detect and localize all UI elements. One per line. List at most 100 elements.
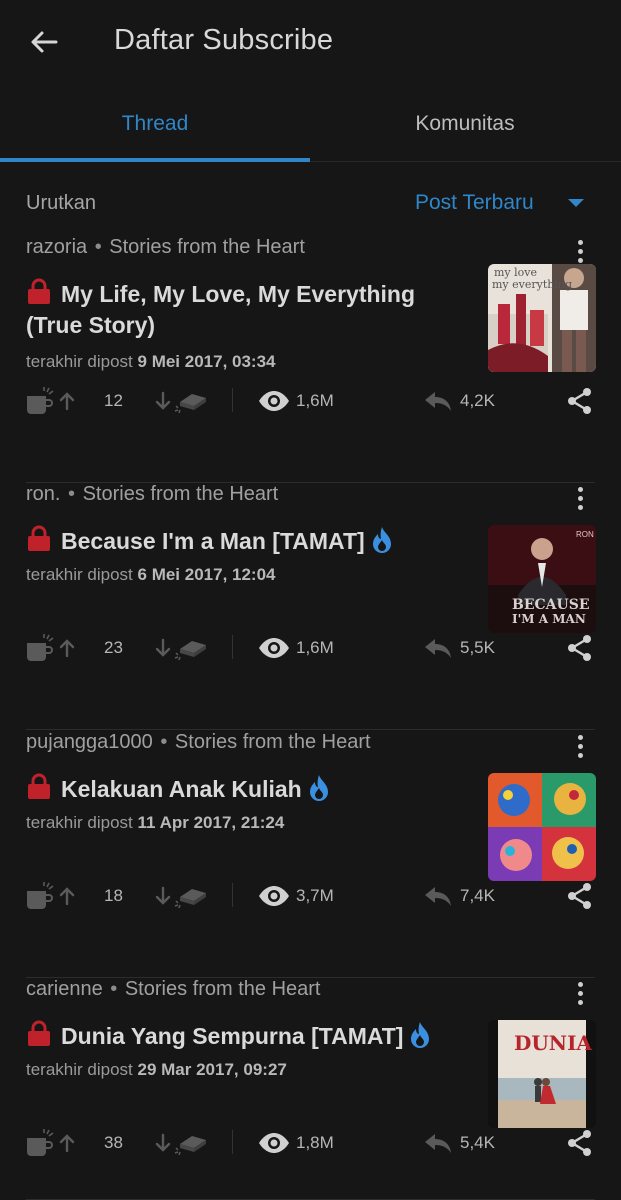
fire-icon [372,527,391,553]
stats-divider [232,883,233,907]
thread-stats: 23 1,6M 5,5K [0,631,621,665]
thread-meta: carienne • Stories from the Heart [26,978,320,1001]
tab-thread[interactable]: Thread [0,88,310,162]
thread-meta: ron. • Stories from the Heart [26,483,278,506]
arrow-up-icon [59,392,75,411]
community-name[interactable]: Stories from the Heart [109,236,305,258]
views-stat: 1,6M [258,631,334,665]
fire-icon [411,1022,430,1048]
community-name[interactable]: Stories from the Heart [175,731,371,753]
author-name[interactable]: ron. [26,483,60,505]
thread-card[interactable]: carienne • Stories from the Heart Dunia … [0,978,621,1200]
arrow-left-icon [31,31,58,53]
fire-icon [309,775,328,801]
sort-dropdown[interactable]: Post Terbaru [415,191,534,215]
thread-meta: razoria • Stories from the Heart [26,236,305,259]
back-button[interactable] [22,22,66,62]
cendol-upvote-button[interactable] [24,384,76,418]
share-icon [568,883,591,909]
replies-stat[interactable]: 7,4K [424,879,495,913]
brick-icon [174,394,206,414]
last-posted: terakhir dipost 29 Mar 2017, 09:27 [26,1060,287,1079]
separator-dot: • [154,731,173,753]
lock-icon [28,278,50,304]
tab-bar: Thread Komunitas [0,88,621,162]
brick-icon [174,641,206,661]
share-button[interactable] [566,631,594,665]
eye-icon [259,1133,289,1153]
more-options-button[interactable] [568,483,592,513]
arrow-down-icon [155,638,171,657]
tab-komunitas[interactable]: Komunitas [310,88,620,162]
bata-downvote-button[interactable] [154,631,208,665]
views-count: 1,6M [296,638,334,657]
author-name[interactable]: razoria [26,236,87,258]
share-button[interactable] [566,879,594,913]
replies-stat[interactable]: 4,2K [424,384,495,418]
thread-title[interactable]: Dunia Yang Sempurna [TAMAT] [26,1020,466,1052]
bata-downvote-button[interactable] [154,384,208,418]
arrow-down-icon [155,886,171,905]
cendol-cup-icon [27,1129,54,1156]
more-options-button[interactable] [568,978,592,1008]
top-app-bar: Daftar Subscribe [0,0,621,88]
thumbnail-text: DUNIA [514,1031,592,1055]
community-name[interactable]: Stories from the Heart [83,483,279,505]
thread-card[interactable]: pujangga1000 • Stories from the Heart Ke… [0,731,621,978]
replies-stat[interactable]: 5,5K [424,631,495,665]
eye-icon [259,886,289,906]
caret-down-icon[interactable] [567,198,585,208]
thread-title[interactable]: Because I'm a Man [TAMAT] [26,525,466,557]
separator-dot: • [89,236,108,258]
thread-thumbnail[interactable]: DUNIA [488,1020,596,1128]
lock-icon [28,525,50,551]
cendol-upvote-button[interactable] [24,1126,76,1160]
author-name[interactable]: carienne [26,978,103,1000]
thumbnail-text: BECAUSE [512,597,590,613]
author-name[interactable]: pujangga1000 [26,731,153,753]
thread-card[interactable]: ron. • Stories from the Heart Because I'… [0,483,621,730]
views-stat: 1,6M [258,384,334,418]
last-posted: terakhir dipost 6 Mei 2017, 12:04 [26,565,276,584]
stats-divider [232,388,233,412]
share-icon [568,388,591,414]
active-tab-indicator [0,158,310,162]
cendol-cup-icon [27,634,54,661]
eye-icon [259,391,289,411]
views-count: 1,6M [296,391,334,410]
reply-icon [425,887,451,906]
replies-stat[interactable]: 5,4K [424,1126,495,1160]
more-options-button[interactable] [568,731,592,761]
thread-card[interactable]: razoria • Stories from the Heart My Life… [0,236,621,483]
reply-icon [425,1134,451,1153]
reply-icon [425,639,451,658]
share-button[interactable] [566,384,594,418]
more-options-button[interactable] [568,236,592,266]
bata-downvote-button[interactable] [154,1126,208,1160]
cendol-upvote-button[interactable] [24,879,76,913]
sort-row: Urutkan Post Terbaru [0,180,621,226]
views-stat: 1,8M [258,1126,334,1160]
share-icon [568,635,591,661]
thread-title[interactable]: My Life, My Love, My Everything (True St… [26,278,466,341]
cendol-cup-icon [27,387,54,414]
thread-title[interactable]: Kelakuan Anak Kuliah [26,773,466,805]
views-count: 3,7M [296,886,334,905]
sort-label: Urutkan [26,192,97,214]
cendol-upvote-button[interactable] [24,631,76,665]
thread-thumbnail[interactable]: RON BECAUSE I'M A MAN [488,525,596,633]
last-posted: terakhir dipost 11 Apr 2017, 21:24 [26,813,285,832]
replies-count: 5,5K [460,638,495,657]
community-name[interactable]: Stories from the Heart [125,978,321,1000]
stats-divider [232,1130,233,1154]
share-button[interactable] [566,1126,594,1160]
upvote-count: 23 [104,638,123,657]
views-count: 1,8M [296,1133,334,1152]
thread-thumbnail[interactable]: my love my everything [488,264,596,372]
brick-icon [174,889,206,909]
replies-count: 4,2K [460,391,495,410]
thread-meta: pujangga1000 • Stories from the Heart [26,731,371,754]
bata-downvote-button[interactable] [154,879,208,913]
separator-dot: • [104,978,123,1000]
thread-thumbnail[interactable] [488,773,596,881]
